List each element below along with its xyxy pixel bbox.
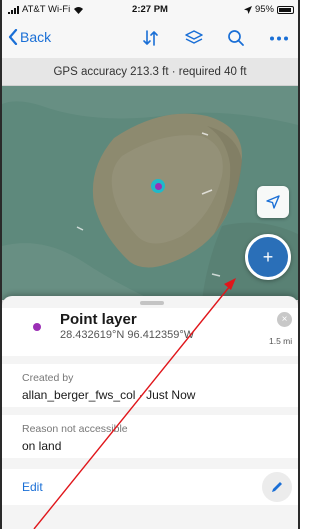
back-label: Back [20, 29, 52, 45]
pencil-icon [272, 482, 282, 492]
search-icon[interactable] [227, 29, 245, 47]
edit-link[interactable]: Edit [22, 480, 43, 494]
phone-screen: AT&T Wi-Fi 2:27 PM 95% Back GPS accuracy… [0, 0, 300, 529]
map-view[interactable]: + [2, 86, 298, 300]
feature-title: Point layer [60, 311, 137, 328]
back-button[interactable]: Back [8, 29, 51, 45]
field-value: on land [22, 439, 62, 453]
feature-coordinates: 28.432619°N 96.412359°W [60, 329, 195, 341]
more-icon[interactable] [269, 36, 289, 41]
nav-bar: Back [2, 20, 298, 58]
battery-percent: 95% [254, 4, 274, 15]
field-value: allan_berger_fws_col · Just Now [22, 388, 196, 402]
status-bar-right: 95% [243, 4, 294, 15]
edit-row[interactable]: Edit [2, 469, 298, 505]
feature-distance: 1.5 mi [269, 336, 293, 346]
navigation-arrow-icon [266, 195, 280, 209]
location-arrow-icon [243, 5, 252, 14]
feature-pin-core [154, 182, 162, 190]
point-symbol-icon [33, 323, 41, 331]
edit-button[interactable] [262, 472, 292, 502]
add-feature-button[interactable]: + [245, 234, 291, 280]
gps-accuracy-banner: GPS accuracy 213.3 ft · required 40 ft [2, 58, 298, 86]
status-bar: AT&T Wi-Fi 2:27 PM 95% [2, 0, 298, 20]
field-label: Created by [22, 372, 74, 384]
feature-header: Point layer 28.432619°N 96.412359°W × 1.… [2, 308, 298, 356]
field-label: Reason not accessible [22, 423, 128, 435]
plus-icon: + [262, 246, 274, 267]
chevron-left-icon [8, 29, 18, 45]
feature-pin[interactable] [151, 179, 165, 193]
field-created-by: Created by allan_berger_fws_col · Just N… [2, 364, 298, 407]
field-reason-not-accessible: Reason not accessible on land [2, 415, 298, 458]
sort-icon[interactable] [142, 29, 160, 47]
battery-icon [277, 5, 294, 14]
feature-panel: Point layer 28.432619°N 96.412359°W × 1.… [2, 296, 298, 529]
close-icon[interactable]: × [277, 312, 292, 327]
locate-button[interactable] [257, 186, 289, 218]
drag-handle[interactable] [140, 301, 164, 305]
layers-icon[interactable] [184, 29, 204, 47]
